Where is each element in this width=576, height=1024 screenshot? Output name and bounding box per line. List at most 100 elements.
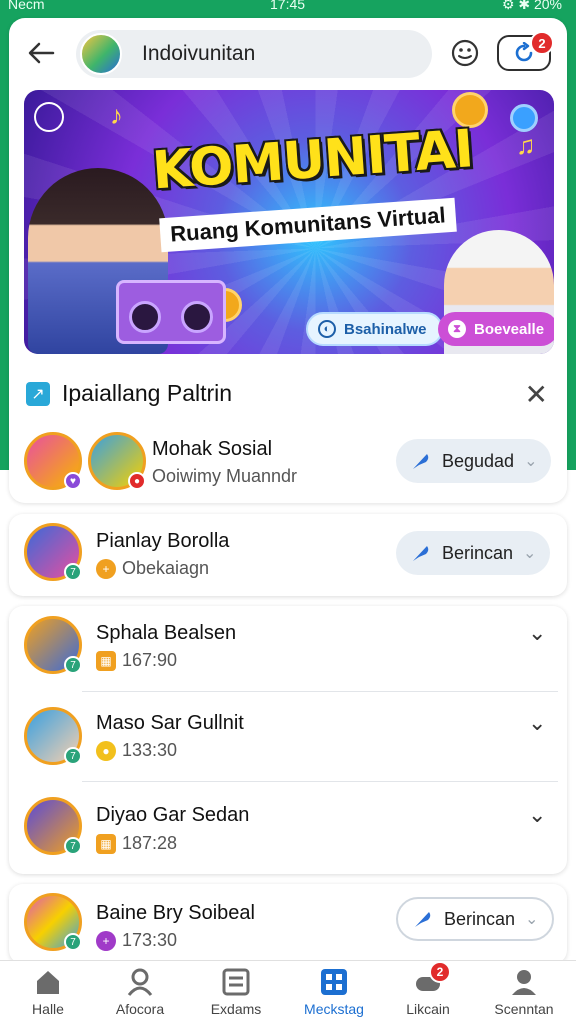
community-banner[interactable]: ♪ ♫ KOMUNITAI Ruang Komunitans Virtual ◐… <box>24 90 554 354</box>
row-meta: Ooiwimy Muanndr <box>152 466 297 487</box>
row-name: Sphala Bealsen <box>96 622 237 644</box>
boombox-icon <box>116 280 226 344</box>
nav-label: Scenntan <box>494 1001 554 1017</box>
community-search-bar[interactable]: Indoivunitan <box>76 30 432 78</box>
status-icons: ⚙ ✱ 20% <box>501 0 562 12</box>
avatar[interactable]: 7 <box>24 797 82 855</box>
nav-item-profile[interactable]: Scenntan <box>476 967 572 1023</box>
status-mini-icon: ♥ <box>64 472 82 490</box>
hourglass-icon: ⧗ <box>448 320 466 338</box>
music-note-icon: ♪ <box>110 100 123 130</box>
chevron-down-icon[interactable]: ⌄ <box>528 802 546 828</box>
nav-label: Meckstag <box>304 1001 364 1017</box>
section-header: ↗ Ipaiallang Paltrin ✕ <box>24 378 554 412</box>
circle-icon: ◐ <box>318 320 336 338</box>
game-icon: 2 <box>413 961 451 997</box>
member-list-card <box>9 606 567 874</box>
row-meta: ▦ 167:90 <box>96 650 177 671</box>
emoji-button[interactable] <box>450 38 480 68</box>
plus-icon: + <box>96 930 116 951</box>
arrow-left-icon <box>28 42 55 64</box>
row-action-button[interactable]: Berincan ⌄ <box>396 897 555 941</box>
row-divider <box>82 691 558 692</box>
row-meta-text: Ooiwimy Muanndr <box>152 466 298 486</box>
nav-item-home[interactable]: Halle <box>0 967 96 1023</box>
nav-item-list[interactable]: Exdams <box>188 967 284 1023</box>
row-meta-text: 167:90 <box>122 650 178 670</box>
person-icon <box>125 967 155 997</box>
row-name: Pianlay Borolla <box>96 530 230 552</box>
row-name: Baine Bry Soibeal <box>96 902 255 924</box>
chip-label: Bsahinalwe <box>344 320 427 338</box>
profile-icon <box>509 967 539 997</box>
feather-icon <box>415 912 431 927</box>
status-bar: Necm 17:45 ⚙ ✱ 20% <box>0 0 576 16</box>
row-meta-text: 133:30 <box>122 740 178 760</box>
home-icon <box>33 967 63 997</box>
chip-label: Boevealle <box>474 320 545 338</box>
nav-notification-badge: 2 <box>429 961 451 983</box>
status-mini-icon: 7 <box>64 747 82 765</box>
close-icon[interactable]: ✕ <box>525 378 548 411</box>
calendar-icon: ▦ <box>96 650 116 671</box>
status-mini-icon: 7 <box>64 563 82 581</box>
banner-chip-right[interactable]: ⧗ Boevealle <box>438 312 554 346</box>
avatar[interactable]: 7 <box>24 523 82 581</box>
row-action-button[interactable]: Berincan ⌄ <box>396 531 551 575</box>
nav-label: Afocora <box>115 1001 165 1017</box>
chevron-down-icon: ⌄ <box>525 911 539 928</box>
nav-item-grid[interactable]: Meckstag <box>286 967 382 1023</box>
avatar[interactable]: 7 <box>24 893 82 951</box>
clock: 17:45 <box>270 0 306 12</box>
status-mini-icon: ● <box>128 472 146 490</box>
status-mini-icon: 7 <box>64 933 82 951</box>
row-meta-text: 187:28 <box>122 833 178 853</box>
row-meta-text: Obekaiagn <box>122 558 210 578</box>
status-mini-icon: 7 <box>64 656 82 674</box>
button-label: Berincan <box>444 908 516 929</box>
nav-label: Likcain <box>406 1001 450 1017</box>
avatar[interactable]: ♥ <box>24 432 82 490</box>
chevron-down-icon: ⌄ <box>523 545 537 562</box>
feather-icon <box>413 454 429 469</box>
row-name: Mohak Sosial <box>152 438 273 460</box>
plus-icon: + <box>96 558 116 579</box>
notification-badge: 2 <box>530 31 554 55</box>
status-mini-icon: 7 <box>64 837 82 855</box>
nav-label: Halle <box>32 1001 64 1017</box>
coin-decoration <box>510 104 538 132</box>
button-label: Begudad <box>442 450 515 471</box>
banner-chip-left[interactable]: ◐ Bsahinalwe <box>306 312 443 346</box>
row-meta: ▦ 187:28 <box>96 833 177 854</box>
nav-item-game[interactable]: 2 Likcain <box>380 961 476 1023</box>
list-icon <box>221 967 251 997</box>
external-link-icon: ↗ <box>26 382 50 406</box>
nav-item-person[interactable]: Afocora <box>92 967 188 1023</box>
carrier-label: Necm <box>8 0 45 12</box>
row-divider <box>82 781 558 782</box>
community-name: Indoivunitan <box>142 42 256 65</box>
bottom-navigation: Halle Afocora Exdams Meckstag 2 Likcain … <box>0 960 576 1024</box>
chevron-down-icon[interactable]: ⌄ <box>528 620 546 646</box>
coin-stack-icon: ● <box>96 740 116 761</box>
row-action-button[interactable]: Begudad ⌄ <box>396 439 552 483</box>
chevron-down-icon[interactable]: ⌄ <box>528 710 546 736</box>
row-meta: + Obekaiagn <box>96 558 209 579</box>
feather-icon <box>413 546 429 561</box>
avatar[interactable]: ● <box>88 432 146 490</box>
smiley-icon <box>451 39 479 67</box>
banner-back-icon[interactable] <box>34 102 64 132</box>
calendar-icon: ▦ <box>96 833 116 854</box>
avatar[interactable]: 7 <box>24 616 82 674</box>
row-name: Diyao Gar Sedan <box>96 804 250 826</box>
grid-icon <box>319 967 349 997</box>
row-meta: ● 133:30 <box>96 740 177 761</box>
row-name: Maso Sar Gullnit <box>96 712 244 734</box>
row-meta-text: 173:30 <box>122 930 178 950</box>
nav-label: Exdams <box>210 1001 262 1017</box>
back-button[interactable] <box>24 36 58 70</box>
community-avatar <box>80 33 122 75</box>
chevron-down-icon: ⌄ <box>524 453 538 470</box>
avatar[interactable]: 7 <box>24 707 82 765</box>
button-label: Berincan <box>442 542 514 563</box>
